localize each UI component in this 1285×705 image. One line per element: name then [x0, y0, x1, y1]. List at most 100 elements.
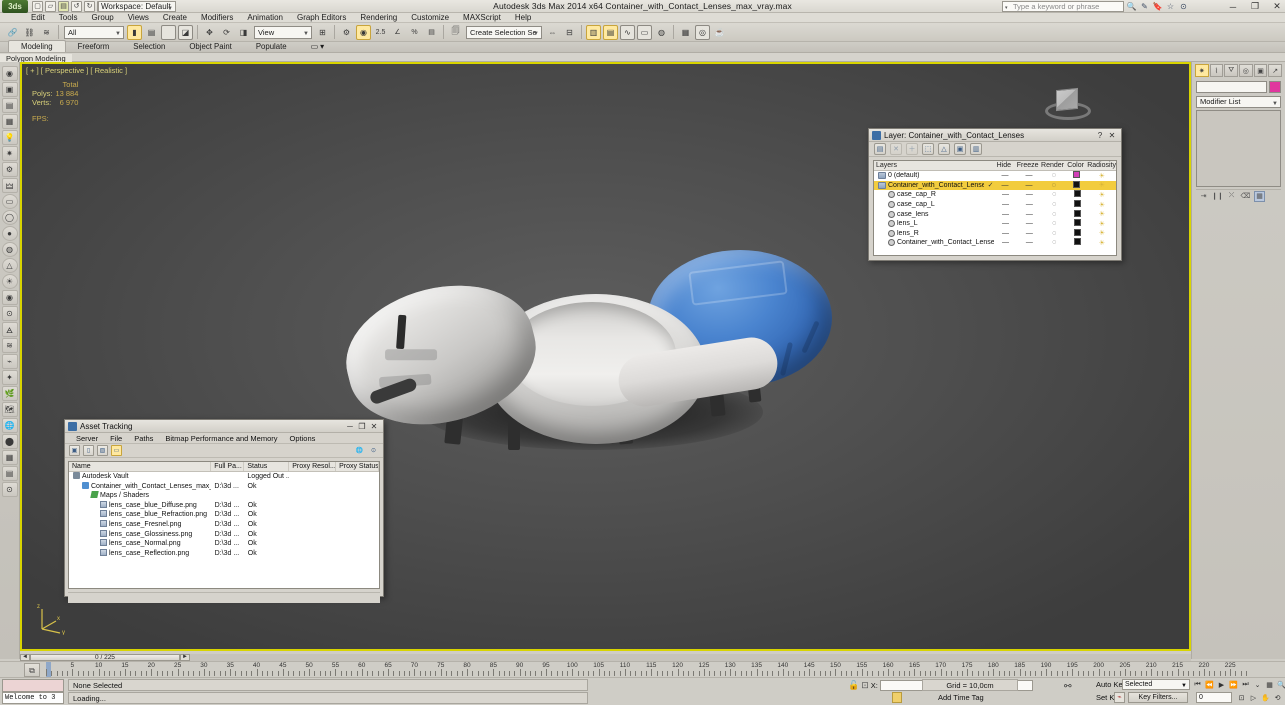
- modifier-stack[interactable]: [1196, 110, 1281, 187]
- angle-snap-icon[interactable]: 2.5: [373, 25, 388, 40]
- layer-hide-cell[interactable]: —: [994, 191, 1017, 198]
- select-object-icon[interactable]: ▮: [127, 24, 142, 40]
- modify-tab[interactable]: ⌇: [1209, 64, 1224, 77]
- viewport-label[interactable]: [ + ] [ Perspective ] [ Realistic ]: [26, 66, 127, 75]
- mirror-icon[interactable]: ⇔: [545, 25, 560, 40]
- select-and-manipulate-icon[interactable]: ⚙: [339, 25, 354, 40]
- align-icon[interactable]: ⊟: [562, 25, 577, 40]
- menu-rendering[interactable]: Rendering: [353, 13, 404, 23]
- unlink-icon[interactable]: ⛓: [22, 25, 37, 40]
- hide-unhide-icon[interactable]: ▥: [970, 143, 982, 155]
- layer-explorer-icon[interactable]: ▦: [1, 114, 18, 129]
- asset-menu-server[interactable]: Server: [70, 433, 104, 444]
- menu-group[interactable]: Group: [84, 13, 120, 23]
- view-cube[interactable]: [1042, 82, 1094, 126]
- menu-tools[interactable]: Tools: [52, 13, 85, 23]
- layer-row[interactable]: Container_with_Contact_Lenses — — ◌ ☀: [874, 238, 1116, 248]
- current-frame-input[interactable]: 0: [1196, 692, 1232, 703]
- layer-list[interactable]: Layers Hide Freeze Render Color Radiosity 0 (…: [873, 160, 1117, 256]
- layer-hide-cell[interactable]: —: [994, 230, 1017, 237]
- key-filters-button[interactable]: Key Filters...: [1128, 692, 1188, 703]
- select-link-icon[interactable]: 🔗: [5, 25, 20, 40]
- ribbon-tab-populate[interactable]: Populate: [244, 41, 299, 52]
- menu-maxscript[interactable]: MAXScript: [456, 13, 508, 23]
- go-to-start-icon[interactable]: ⏮: [1192, 679, 1203, 690]
- star-icon[interactable]: ☆: [1165, 1, 1176, 12]
- make-unique-icon[interactable]: ⤫: [1226, 191, 1237, 202]
- asset-row[interactable]: lens_case_blue_Diffuse.png D:\3d ... Ok: [69, 500, 379, 511]
- ball-icon[interactable]: ●: [1, 226, 18, 241]
- menu-graph-editors[interactable]: Graph Editors: [290, 13, 353, 23]
- key-lock-icon[interactable]: ⚯: [1064, 681, 1072, 692]
- maxscript-listener-input[interactable]: Welcome to 3: [2, 692, 64, 704]
- add-time-tag-label[interactable]: Add Time Tag: [922, 692, 1018, 704]
- hierarchy-tab[interactable]: ⛛: [1224, 64, 1239, 77]
- layer-render-cell[interactable]: ◌: [1042, 239, 1067, 246]
- menu-create[interactable]: Create: [156, 13, 194, 23]
- layer-explorer-icon[interactable]: ▤: [603, 24, 618, 40]
- field-of-view-icon[interactable]: ▷: [1248, 692, 1259, 703]
- delete-layer-icon[interactable]: ✕: [890, 143, 902, 155]
- view-cube-icon[interactable]: [1056, 87, 1078, 112]
- helper-icon[interactable]: 🜁: [1, 322, 18, 337]
- asset-menu-options[interactable]: Options: [284, 433, 322, 444]
- layer-col-render[interactable]: Render: [1039, 161, 1064, 170]
- absolute-mode-icon[interactable]: ⊡: [861, 680, 869, 691]
- layer-color-swatch[interactable]: [1066, 171, 1087, 180]
- asset-maximize-button[interactable]: ❐: [356, 422, 368, 431]
- asset-menu-paths[interactable]: Paths: [128, 433, 159, 444]
- selection-lock-icon[interactable]: 🔓: [848, 680, 859, 691]
- layer-radiosity-cell[interactable]: ☀: [1088, 181, 1116, 189]
- asset-col-2[interactable]: Status: [244, 462, 290, 471]
- particle-icon[interactable]: ✷: [1, 146, 18, 161]
- camera-icon[interactable]: ◉: [1, 66, 18, 81]
- layer-color-swatch[interactable]: [1067, 209, 1088, 219]
- layer-col-radiosity[interactable]: Radiosity: [1085, 161, 1116, 170]
- asset-row[interactable]: Maps / Shaders: [69, 491, 379, 501]
- target-light-icon[interactable]: ⊙: [1, 306, 18, 321]
- minimize-button[interactable]: ─: [1227, 2, 1239, 12]
- show-end-result-icon[interactable]: ❙❙: [1212, 191, 1224, 202]
- layer-radiosity-cell[interactable]: ☀: [1088, 201, 1116, 209]
- timeline-scroll-left[interactable]: ◄: [20, 653, 30, 661]
- contact-lens-case-model[interactable]: [318, 224, 838, 484]
- layer-color-swatch[interactable]: [1067, 238, 1088, 247]
- spacewarp-icon[interactable]: ≋: [1, 338, 18, 353]
- asset-row[interactable]: lens_case_Reflection.png D:\3d ... Ok: [69, 548, 379, 559]
- time-ruler[interactable]: 5 10 15 20 25 30 35 40 45 50 55 60 65 70 75 80 85 90 95 100…: [46, 662, 1247, 678]
- layer-color-swatch[interactable]: [1067, 200, 1088, 209]
- timeline-scrollbar[interactable]: ◄ 0 / 225 ►: [20, 653, 1191, 661]
- restore-button[interactable]: ❐: [1249, 1, 1261, 12]
- asset-row[interactable]: lens_case_Glossiness.png D:\3d ... Ok: [69, 529, 379, 540]
- sun-icon[interactable]: ☀: [1, 274, 18, 289]
- sphere-icon[interactable]: ◯: [1, 210, 18, 225]
- viewport-config-icon[interactable]: ▣: [1, 82, 18, 97]
- reactor-icon[interactable]: 🜲: [1, 178, 18, 193]
- menu-customize[interactable]: Customize: [404, 13, 456, 23]
- layer-hide-cell[interactable]: —: [994, 201, 1017, 208]
- cone-icon[interactable]: △: [1, 258, 18, 273]
- timeline-scroll-right[interactable]: ►: [180, 653, 190, 661]
- vault-status-icon[interactable]: 🌐: [354, 445, 365, 456]
- layer-manager-icon[interactable]: ▥: [586, 24, 601, 40]
- asset-tracking-dialog[interactable]: Asset Tracking ─ ❐ ✕ Server File Paths Bitm…: [64, 419, 384, 603]
- play-icon[interactable]: ▶: [1216, 679, 1227, 690]
- clock-icon[interactable]: ⊙: [1, 482, 18, 497]
- search-input[interactable]: Type a keyword or phrase: [1002, 1, 1124, 13]
- asset-row[interactable]: Container_with_Contact_Lenses_max_vray..…: [69, 481, 379, 492]
- globe-icon[interactable]: 🌐: [1, 418, 18, 433]
- ribbon-tab-freeform[interactable]: Freeform: [66, 41, 122, 52]
- omni-light-icon[interactable]: ◉: [1, 290, 18, 305]
- check-paths-icon[interactable]: ▧: [97, 445, 108, 456]
- create-tab[interactable]: ✷: [1195, 64, 1209, 77]
- track-bar[interactable]: ⧉ 5 10 15 20 25 30 35 40 45 50 55 60 65 70 75 80 85 90 95 1…: [0, 661, 1285, 678]
- named-selection-set-combo[interactable]: Create Selection Se ▼: [466, 25, 542, 39]
- layer-color-swatch[interactable]: [1067, 228, 1088, 238]
- open-mini-curve-editor-icon[interactable]: ⧉: [24, 663, 40, 677]
- layer-freeze-cell[interactable]: —: [1017, 230, 1042, 237]
- select-and-rotate-icon[interactable]: ⟳: [219, 25, 234, 40]
- object-name-field[interactable]: [1196, 81, 1267, 93]
- layer-freeze-cell[interactable]: —: [1017, 201, 1042, 208]
- binoculars-icon[interactable]: 🔍: [1126, 1, 1137, 12]
- layer-render-cell[interactable]: ◌: [1041, 172, 1066, 179]
